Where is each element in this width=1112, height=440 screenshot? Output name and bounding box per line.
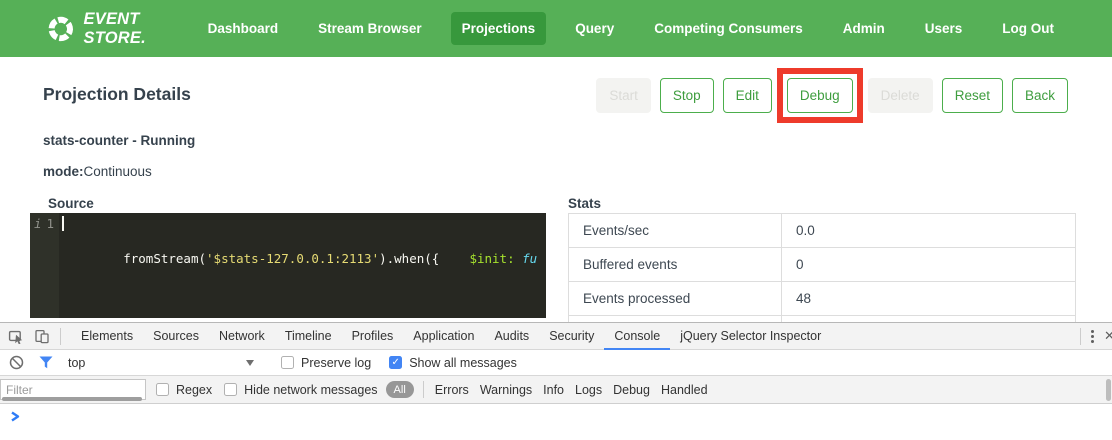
devtools-tab-profiles[interactable]: Profiles [342, 323, 404, 350]
devtools-tab-timeline[interactable]: Timeline [275, 323, 342, 350]
filter-icon[interactable] [38, 355, 54, 371]
app-header: EVENT STORE. Dashboard Stream Browser Proj… [0, 0, 1112, 57]
nav-item-competing-consumers[interactable]: Competing Consumers [643, 12, 814, 45]
stat-value: 0 [782, 248, 1076, 282]
stat-name: Events processed [569, 282, 782, 316]
preserve-log-checkbox[interactable] [281, 356, 294, 369]
stat-value: 48 [782, 282, 1076, 316]
chevron-down-icon [246, 360, 254, 366]
device-toolbar-icon[interactable] [34, 328, 50, 344]
filter-level-errors[interactable]: Errors [435, 383, 469, 397]
devtools-tab-sources[interactable]: Sources [143, 323, 209, 350]
action-buttons: Start Stop Edit Debug Delete Reset Back [587, 70, 1068, 120]
preserve-log-label[interactable]: Preserve log [301, 356, 371, 370]
nav-item-query[interactable]: Query [564, 12, 625, 45]
mode-label: mode: [43, 164, 84, 179]
filter-level-handled[interactable]: Handled [661, 383, 708, 397]
edit-button[interactable]: Edit [723, 78, 772, 113]
devtools-tab-network[interactable]: Network [209, 323, 275, 350]
source-section-label: Source [48, 196, 94, 211]
horizontal-scrollbar-thumb[interactable] [2, 397, 142, 401]
code-line: fromStream('$stats-127.0.0.1:2113').when… [123, 251, 537, 266]
filter-level-all-badge[interactable]: All [386, 381, 414, 398]
stats-row-buffered-events: Buffered events0 [569, 248, 1076, 282]
stats-row-events-sec: Events/sec0.0 [569, 214, 1076, 248]
text-cursor [62, 216, 64, 231]
reset-button[interactable]: Reset [942, 78, 1003, 113]
source-code-editor[interactable]: i 1 fromStream('$stats-127.0.0.1:2113').… [30, 213, 546, 318]
brand[interactable]: EVENT STORE. [47, 10, 197, 48]
brand-text: EVENT STORE. [84, 10, 197, 48]
console-prompt-icon [10, 410, 21, 423]
show-all-messages-checkbox[interactable]: ✓ [389, 356, 402, 369]
nav-item-projections[interactable]: Projections [451, 12, 547, 45]
eventstore-logo-icon [47, 14, 75, 44]
devtools-tab-jquery-selector-inspector[interactable]: jQuery Selector Inspector [670, 323, 831, 350]
filter-level-warnings[interactable]: Warnings [480, 383, 532, 397]
devtools-tab-application[interactable]: Application [403, 323, 484, 350]
code-token-plain: ).when({ [379, 251, 439, 266]
stop-button[interactable]: Stop [660, 78, 714, 113]
filter-level-debug[interactable]: Debug [613, 383, 650, 397]
devtools-panel: ElementsSourcesNetworkTimelineProfilesAp… [0, 322, 1112, 440]
stat-name: Events/sec [569, 214, 782, 248]
close-icon[interactable]: ✕ [1104, 328, 1112, 344]
start-button: Start [596, 78, 651, 113]
nav-item-users[interactable]: Users [914, 12, 974, 45]
console-filter-bar: Regex Hide network messages All Errors Wa… [0, 376, 1112, 404]
nav-item-stream-browser[interactable]: Stream Browser [307, 12, 433, 45]
code-token-plain [515, 251, 523, 266]
projection-status: stats-counter - Running [43, 133, 195, 148]
vertical-scrollbar-thumb[interactable] [1106, 379, 1111, 401]
back-button[interactable]: Back [1012, 78, 1068, 113]
page-title: Projection Details [43, 84, 191, 105]
divider [60, 328, 61, 345]
console-output[interactable] [0, 404, 1112, 438]
devtools-tab-audits[interactable]: Audits [484, 323, 539, 350]
stats-row-events-processed: Events processed48 [569, 282, 1076, 316]
debug-highlight-box: Debug [777, 68, 863, 123]
clear-console-icon[interactable] [8, 355, 24, 371]
filter-level-logs[interactable]: Logs [575, 383, 602, 397]
code-token-string: '$stats-127.0.0.1:2113' [206, 251, 379, 266]
console-toolbar: top Preserve log ✓ Show all messages [0, 350, 1112, 376]
code-token-plain: fromStream( [123, 251, 206, 266]
mode-value: Continuous [84, 164, 152, 179]
nav-item-dashboard[interactable]: Dashboard [197, 12, 290, 45]
devtools-tab-console[interactable]: Console [604, 323, 670, 350]
regex-checkbox[interactable] [156, 383, 169, 396]
devtools-tab-bar: ElementsSourcesNetworkTimelineProfilesAp… [0, 323, 1112, 350]
delete-button: Delete [868, 78, 933, 113]
execution-context-selector[interactable]: top [68, 356, 254, 370]
stat-value: 0.0 [782, 214, 1076, 248]
devtools-tab-security[interactable]: Security [539, 323, 604, 350]
code-token-plain [439, 251, 469, 266]
screen: EVENT STORE. Dashboard Stream Browser Proj… [0, 0, 1112, 440]
editor-gutter: i 1 [30, 213, 59, 318]
regex-label[interactable]: Regex [176, 383, 212, 397]
code-token-function: fu [522, 251, 537, 266]
stats-section-label: Stats [568, 196, 601, 211]
code-area[interactable]: fromStream('$stats-127.0.0.1:2113').when… [59, 213, 546, 318]
main-content: Projection Details Start Stop Edit Debug… [0, 57, 1112, 322]
devtools-menu-icon[interactable] [1081, 330, 1104, 343]
devtools-tab-elements[interactable]: Elements [71, 323, 143, 350]
show-all-messages-label[interactable]: Show all messages [409, 356, 517, 370]
context-selector-value: top [68, 356, 85, 370]
stat-name: Buffered events [569, 248, 782, 282]
stats-table: Events/sec0.0Buffered events0Events proc… [568, 213, 1076, 322]
hide-network-messages-checkbox[interactable] [224, 383, 237, 396]
gutter-info-annotation: i [34, 216, 42, 318]
hide-network-messages-label[interactable]: Hide network messages [244, 383, 377, 397]
line-number: 1 [46, 216, 54, 318]
main-nav: Dashboard Stream Browser Projections Query C… [197, 12, 1065, 45]
debug-button[interactable]: Debug [787, 78, 853, 113]
projection-mode: mode:Continuous [43, 164, 152, 179]
inspect-element-icon[interactable] [8, 328, 24, 344]
code-token-keyword: $init: [469, 251, 514, 266]
nav-item-log-out[interactable]: Log Out [991, 12, 1065, 45]
nav-item-admin[interactable]: Admin [832, 12, 896, 45]
filter-level-info[interactable]: Info [543, 383, 564, 397]
